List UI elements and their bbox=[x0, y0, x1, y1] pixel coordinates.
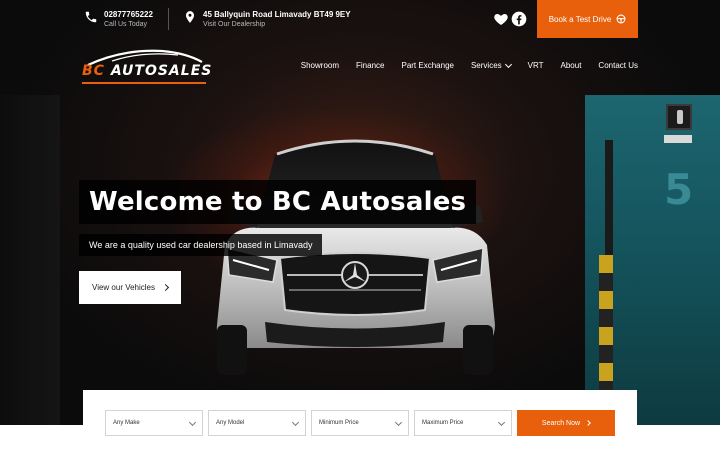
chevron-down-icon bbox=[497, 418, 506, 427]
book-test-drive-label: Book a Test Drive bbox=[548, 14, 612, 24]
main-nav: Showroom Finance Part Exchange Services … bbox=[301, 60, 638, 70]
map-pin-icon bbox=[183, 10, 197, 24]
make-select[interactable]: Any Make bbox=[105, 410, 203, 436]
address-contact[interactable]: 45 Ballyquin Road Limavady BT49 9EY Visi… bbox=[183, 9, 351, 30]
steering-wheel-icon bbox=[616, 14, 626, 24]
logo-wordmark: BC AUTOSALES bbox=[82, 63, 213, 79]
nav-services[interactable]: Services bbox=[470, 60, 512, 70]
nav-contact-us[interactable]: Contact Us bbox=[598, 61, 638, 70]
chevron-down-icon bbox=[394, 418, 403, 427]
search-now-button[interactable]: Search Now bbox=[517, 410, 615, 436]
phone-caption: Call Us Today bbox=[104, 21, 148, 28]
min-price-select-value: Minimum Price bbox=[319, 420, 359, 426]
model-select-value: Any Model bbox=[216, 420, 245, 426]
hero-title-box: Welcome to BC Autosales bbox=[79, 180, 477, 224]
view-vehicles-label: View our Vehicles bbox=[92, 283, 155, 292]
max-price-select-value: Maximum Price bbox=[422, 420, 464, 426]
nav-services-label: Services bbox=[470, 61, 502, 70]
site-logo[interactable]: BC AUTOSALES bbox=[82, 47, 211, 87]
max-price-select[interactable]: Maximum Price bbox=[414, 410, 512, 436]
topbar-divider bbox=[168, 8, 169, 30]
nav-finance[interactable]: Finance bbox=[356, 61, 384, 70]
chevron-down-icon bbox=[188, 418, 197, 427]
hero-title: Welcome to BC Autosales bbox=[89, 187, 467, 217]
chevron-down-icon bbox=[504, 60, 512, 68]
bay-number: 5 bbox=[664, 165, 694, 214]
view-vehicles-button[interactable]: View our Vehicles bbox=[79, 271, 181, 304]
hero-subtitle-box: We are a quality used car dealership bas… bbox=[79, 234, 323, 256]
nav-vrt[interactable]: VRT bbox=[528, 61, 544, 70]
min-price-select[interactable]: Minimum Price bbox=[311, 410, 409, 436]
address-caption: Visit Our Dealership bbox=[203, 21, 266, 28]
chevron-right-icon bbox=[161, 283, 170, 292]
extinguisher-label bbox=[664, 135, 692, 143]
nav-part-exchange[interactable]: Part Exchange bbox=[401, 61, 453, 70]
hazard-stripe bbox=[599, 255, 613, 390]
hero-subtitle: We are a quality used car dealership bas… bbox=[89, 240, 313, 250]
logo-underline bbox=[82, 82, 206, 84]
chevron-down-icon bbox=[291, 418, 300, 427]
extinguisher-sign-icon bbox=[666, 104, 692, 130]
facebook-icon[interactable] bbox=[511, 11, 527, 27]
garage-pillar bbox=[0, 95, 60, 425]
chevron-right-icon bbox=[585, 420, 591, 426]
make-select-value: Any Make bbox=[113, 420, 140, 426]
model-select[interactable]: Any Model bbox=[208, 410, 306, 436]
social-links bbox=[493, 11, 527, 27]
address-line[interactable]: 45 Ballyquin Road Limavady BT49 9EY bbox=[203, 9, 351, 20]
heart-icon[interactable] bbox=[493, 11, 509, 27]
search-now-label: Search Now bbox=[541, 419, 581, 427]
top-bar: 02877765222 Call Us Today 45 Ballyquin R… bbox=[0, 0, 720, 38]
phone-contact[interactable]: 02877765222 Call Us Today bbox=[84, 9, 153, 30]
vehicle-search-panel: Any Make Any Model Minimum Price Maximum… bbox=[83, 390, 637, 450]
nav-about[interactable]: About bbox=[561, 61, 582, 70]
book-test-drive-button[interactable]: Book a Test Drive bbox=[537, 0, 638, 38]
phone-number[interactable]: 02877765222 bbox=[104, 9, 153, 20]
nav-showroom[interactable]: Showroom bbox=[301, 61, 339, 70]
phone-icon bbox=[84, 10, 98, 24]
